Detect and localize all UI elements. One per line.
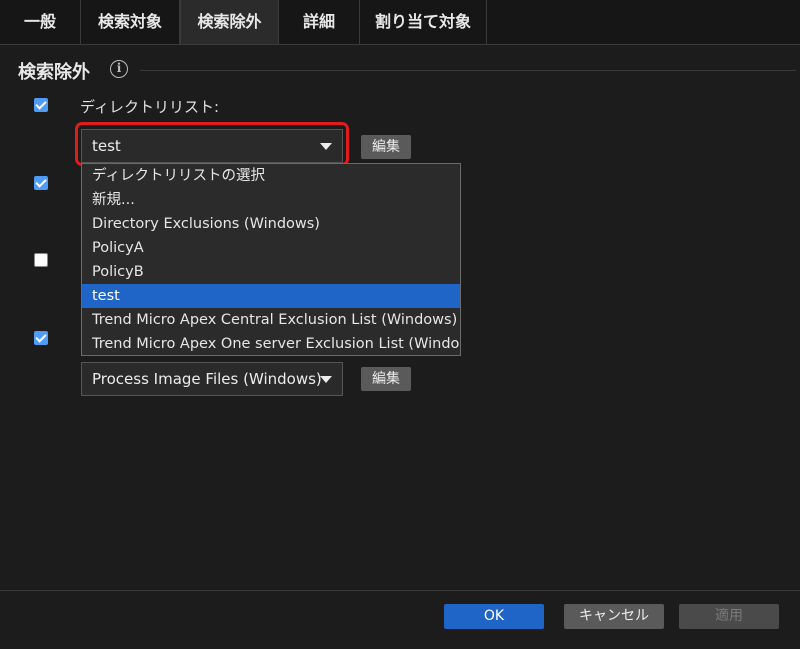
cancel-button[interactable]: キャンセル [564,604,664,629]
tab-bar: 一般 検索対象 検索除外 詳細 割り当て対象 [0,0,800,45]
tab-search-target[interactable]: 検索対象 [81,0,180,44]
tab-bar-divider [0,44,800,45]
section-divider [140,70,796,71]
process-list-edit-button[interactable]: 編集 [361,367,411,391]
option-checkbox-3[interactable] [34,253,48,267]
dropdown-option-select-list[interactable]: ディレクトリリストの選択 [82,164,460,188]
dropdown-option-apex-one[interactable]: Trend Micro Apex One server Exclusion Li… [82,332,460,356]
apply-button[interactable]: 適用 [679,604,779,629]
directory-list-label: ディレクトリリスト: [80,98,220,116]
option-checkbox-2[interactable] [34,176,48,190]
tab-details[interactable]: 詳細 [279,0,360,44]
tab-search-exclusion[interactable]: 検索除外 [180,0,279,45]
directory-list-edit-button[interactable]: 編集 [361,135,411,159]
dropdown-option-policyb[interactable]: PolicyB [82,260,460,284]
dropdown-option-apex-central[interactable]: Trend Micro Apex Central Exclusion List … [82,308,460,332]
dropdown-option-new[interactable]: 新規... [82,188,460,212]
footer-divider [0,590,800,591]
dropdown-option-test[interactable]: test [82,284,460,308]
section-title: 検索除外 [18,62,90,83]
process-list-select[interactable]: Process Image Files (Windows) [81,362,343,396]
process-list-selected-value: Process Image Files (Windows) [92,370,322,388]
dropdown-option-directory-exclusions[interactable]: Directory Exclusions (Windows) [82,212,460,236]
highlight-annotation [75,122,349,166]
directory-list-dropdown: ディレクトリリストの選択 新規... Directory Exclusions … [81,163,461,356]
directory-list-checkbox[interactable] [34,98,48,112]
tab-general[interactable]: 一般 [0,0,81,44]
option-checkbox-4[interactable] [34,331,48,345]
chevron-down-icon [320,376,332,383]
tab-assignment-target[interactable]: 割り当て対象 [360,0,487,44]
dropdown-option-policya[interactable]: PolicyA [82,236,460,260]
info-icon[interactable]: i [110,60,128,78]
ok-button[interactable]: OK [444,604,544,629]
